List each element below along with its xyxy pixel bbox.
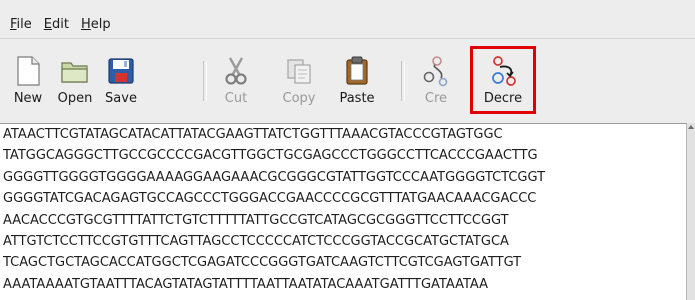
sequence-line: TATGGCAGGGCTTGCCGCCCCGACGTTGGCTGCGAGCCCT… bbox=[3, 148, 538, 164]
floppy-disk-icon bbox=[103, 53, 139, 89]
copy-button[interactable]: Copy bbox=[274, 53, 324, 109]
cre-button[interactable]: Cre bbox=[414, 53, 458, 109]
toolbar: New Open Save Cut Copy Paste Cre Decre bbox=[0, 38, 695, 123]
vertical-scrollbar[interactable] bbox=[686, 123, 695, 300]
cut-button[interactable]: Cut bbox=[215, 53, 257, 109]
sequence-line: GGGGTTGGGGTGGGGAAAAGGAAGAAACGCGGGCGTATTG… bbox=[3, 169, 546, 185]
menu-bar: File Edit Help bbox=[0, 10, 695, 38]
sequence-line: GGGGTATCGACAGAGTGCCAGCCCTGGGACCGAACCCCGC… bbox=[3, 191, 537, 207]
open-button[interactable]: Open bbox=[52, 53, 98, 109]
menu-help-mnemonic: H bbox=[80, 16, 91, 32]
sequence-line: AACACCCGTGCGTTTTATTCTGTCTTTTTATTGCCGTCAT… bbox=[3, 212, 509, 228]
circles-connect-icon bbox=[418, 53, 454, 89]
sequence-line: AAATAAAATGTAATTTACAGTATAGTATTTTAATTAATAT… bbox=[3, 276, 489, 292]
menu-edit-mnemonic: E bbox=[43, 16, 52, 32]
circles-arrow-icon bbox=[485, 53, 521, 89]
open-button-label: Open bbox=[57, 91, 93, 106]
scroll-up-arrow-icon[interactable] bbox=[688, 125, 694, 129]
menu-edit-label: dit bbox=[52, 16, 69, 32]
menu-edit[interactable]: Edit bbox=[38, 17, 75, 32]
copy-button-label: Copy bbox=[282, 91, 316, 106]
menu-file[interactable]: File bbox=[4, 17, 38, 32]
cre-button-label: Cre bbox=[424, 91, 448, 106]
clipboard-icon bbox=[339, 53, 375, 89]
new-document-icon bbox=[10, 53, 46, 89]
decre-button-label: Decre bbox=[483, 91, 523, 106]
menu-file-label: ile bbox=[16, 16, 32, 32]
copy-pages-icon bbox=[281, 53, 317, 89]
decre-button[interactable]: Decre bbox=[474, 53, 532, 109]
save-button[interactable]: Save bbox=[100, 53, 142, 109]
save-button-label: Save bbox=[105, 91, 137, 106]
new-button-label: New bbox=[13, 91, 43, 106]
scissors-icon bbox=[218, 53, 254, 89]
new-button[interactable]: New bbox=[6, 53, 50, 109]
sequence-line: TCAGCTGCTAGCACCATGGCTCGAGATCCCGGGTGATCAA… bbox=[3, 255, 522, 271]
paste-button-label: Paste bbox=[339, 91, 375, 106]
sequence-line: ATAACTTCGTATAGCATACATTATACGAAGTTATCTGGTT… bbox=[3, 127, 503, 142]
menu-help[interactable]: Help bbox=[75, 17, 117, 32]
sequence-text-area[interactable]: ATAACTTCGTATAGCATACATTATACGAAGTTATCTGGTT… bbox=[0, 123, 687, 300]
open-folder-icon bbox=[57, 53, 93, 89]
sequence-line: ATTGTCTCCTTCCGTGTTTCAGTTAGCCTCCCCCATCTCC… bbox=[3, 233, 509, 249]
toolbar-separator bbox=[203, 61, 207, 101]
menu-help-label: elp bbox=[90, 16, 111, 32]
cut-button-label: Cut bbox=[224, 91, 248, 106]
toolbar-separator bbox=[401, 61, 405, 101]
paste-button[interactable]: Paste bbox=[332, 53, 382, 109]
sequence-editor-window: File Edit Help New Open Save Cut Copy Pa… bbox=[0, 0, 695, 300]
